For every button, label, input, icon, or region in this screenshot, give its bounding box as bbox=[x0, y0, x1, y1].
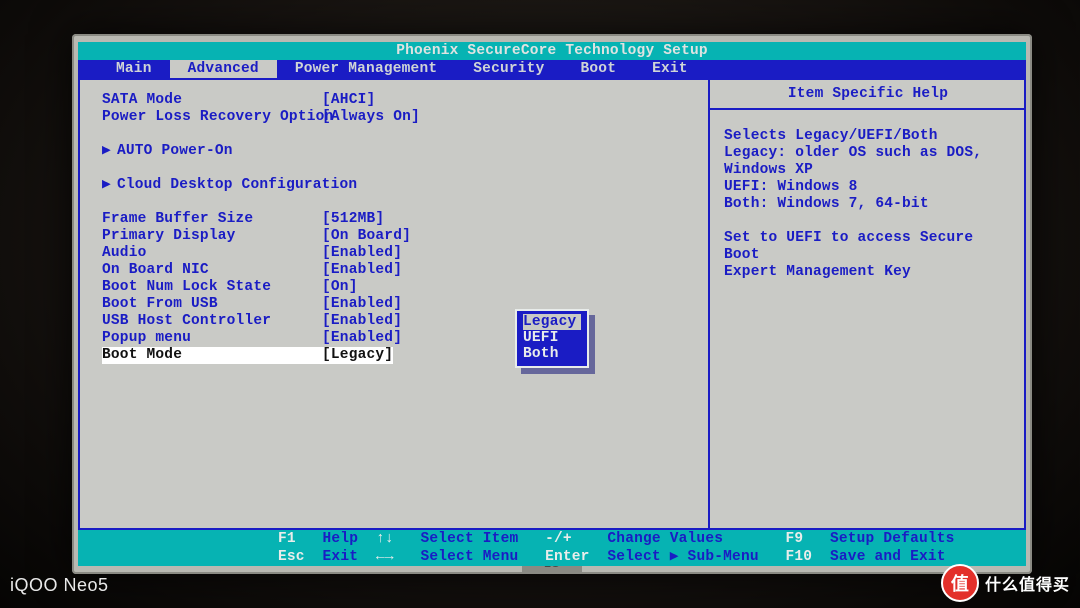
setting-label: Boot Num Lock State bbox=[102, 279, 322, 296]
submenu-auto-power-on[interactable]: ▶ AUTO Power-On bbox=[102, 143, 700, 160]
site-watermark-text: 什么值得买 bbox=[985, 571, 1070, 595]
setting-popup-menu[interactable]: Popup menu[Enabled] bbox=[102, 330, 700, 347]
setting-frame-buffer-size[interactable]: Frame Buffer Size[512MB] bbox=[102, 211, 700, 228]
setting-value: [Always On] bbox=[322, 109, 420, 126]
phone-watermark: iQOO Neo5 bbox=[10, 575, 109, 596]
setting-label: On Board NIC bbox=[102, 262, 322, 279]
triangle-right-icon: ▶ bbox=[102, 143, 111, 160]
popup-option-legacy[interactable]: Legacy bbox=[523, 314, 581, 330]
setting-value: [On Board] bbox=[322, 228, 411, 245]
setting-boot-mode[interactable]: Boot Mode[Legacy] bbox=[102, 347, 700, 364]
setting-value: [Enabled] bbox=[322, 296, 402, 313]
menu-tab-advanced[interactable]: Advanced bbox=[170, 60, 277, 78]
setting-value: [512MB] bbox=[322, 211, 384, 228]
help-panel-body: Selects Legacy/UEFI/Both Legacy: older O… bbox=[710, 110, 1026, 299]
triangle-right-icon: ▶ bbox=[102, 177, 111, 194]
site-watermark: 值 什么值得买 bbox=[941, 564, 1070, 602]
setting-power-loss-recovery-option[interactable]: Power Loss Recovery Option[Always On] bbox=[102, 109, 700, 126]
boot-mode-popup[interactable]: LegacyUEFIBoth bbox=[515, 309, 589, 368]
setting-value: [On] bbox=[322, 279, 358, 296]
settings-panel[interactable]: SATA Mode[AHCI]Power Loss Recovery Optio… bbox=[78, 78, 710, 530]
setting-label: AUTO Power-On bbox=[117, 143, 337, 160]
setting-label: Boot From USB bbox=[102, 296, 322, 313]
help-panel-title: Item Specific Help bbox=[710, 78, 1026, 110]
setting-primary-display[interactable]: Primary Display[On Board] bbox=[102, 228, 700, 245]
setting-usb-host-controller[interactable]: USB Host Controller[Enabled] bbox=[102, 313, 700, 330]
setting-boot-num-lock-state[interactable]: Boot Num Lock State[On] bbox=[102, 279, 700, 296]
bios-menu-bar[interactable]: MainAdvancedPower ManagementSecurityBoot… bbox=[78, 60, 1026, 78]
submenu-cloud-desktop-configuration[interactable]: ▶ Cloud Desktop Configuration bbox=[102, 177, 700, 194]
setting-label: Popup menu bbox=[102, 330, 322, 347]
bios-title-bar: Phoenix SecureCore Technology Setup bbox=[78, 42, 1026, 60]
popup-option-uefi[interactable]: UEFI bbox=[523, 330, 581, 346]
menu-tab-main[interactable]: Main bbox=[98, 60, 170, 78]
bios-footer: F1 Help ↑↓ Select Item -/+ Change Values… bbox=[78, 530, 1026, 566]
setting-label: Frame Buffer Size bbox=[102, 211, 322, 228]
help-panel: Item Specific Help Selects Legacy/UEFI/B… bbox=[710, 78, 1026, 530]
setting-label: USB Host Controller bbox=[102, 313, 322, 330]
setting-audio[interactable]: Audio[Enabled] bbox=[102, 245, 700, 262]
setting-boot-from-usb[interactable]: Boot From USB[Enabled] bbox=[102, 296, 700, 313]
bios-screen: Phoenix SecureCore Technology Setup Main… bbox=[78, 42, 1026, 566]
setting-sata-mode[interactable]: SATA Mode[AHCI] bbox=[102, 92, 700, 109]
setting-value: [Enabled] bbox=[322, 245, 402, 262]
site-badge-icon: 值 bbox=[941, 564, 979, 602]
setting-on-board-nic[interactable]: On Board NIC[Enabled] bbox=[102, 262, 700, 279]
setting-label: Boot Mode bbox=[102, 347, 322, 364]
menu-tab-boot[interactable]: Boot bbox=[562, 60, 634, 78]
setting-label: Audio bbox=[102, 245, 322, 262]
bios-body: SATA Mode[AHCI]Power Loss Recovery Optio… bbox=[78, 78, 1026, 530]
setting-label: Power Loss Recovery Option bbox=[102, 109, 322, 126]
popup-option-both[interactable]: Both bbox=[523, 346, 581, 362]
menu-tab-power-management[interactable]: Power Management bbox=[277, 60, 455, 78]
setting-label: SATA Mode bbox=[102, 92, 322, 109]
setting-value: [Enabled] bbox=[322, 262, 402, 279]
setting-value: [Enabled] bbox=[322, 330, 402, 347]
setting-label: Cloud Desktop Configuration bbox=[117, 177, 337, 194]
menu-tab-exit[interactable]: Exit bbox=[634, 60, 706, 78]
setting-value: [Enabled] bbox=[322, 313, 402, 330]
setting-value: [Legacy] bbox=[322, 347, 393, 364]
setting-label: Primary Display bbox=[102, 228, 322, 245]
setting-value: [AHCI] bbox=[322, 92, 375, 109]
menu-tab-security[interactable]: Security bbox=[455, 60, 562, 78]
